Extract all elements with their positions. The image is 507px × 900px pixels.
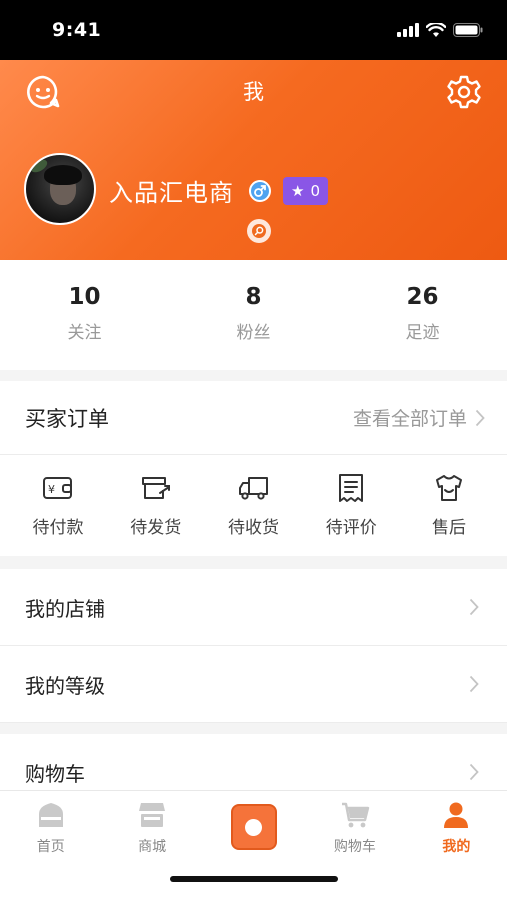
star-icon: ★ [291, 182, 305, 200]
tab-cart[interactable]: 购物车 [304, 791, 405, 866]
tab-camera[interactable] [203, 791, 304, 866]
person-icon [444, 802, 469, 828]
menu-label: 我的等级 [25, 673, 105, 698]
status-bar: 9:41 [0, 0, 507, 60]
order-status-label: 待发货 [130, 518, 182, 538]
male-gender-icon [249, 180, 271, 202]
stat-value: 10 [68, 284, 101, 310]
profile-stats: 10 关注 8 粉丝 26 足迹 [0, 260, 507, 370]
view-all-label: 查看全部订单 [352, 408, 467, 430]
buyer-orders-card: 买家订单 查看全部订单 ¥ 待付款 待发货 待收货 待评价 售后 [0, 381, 507, 556]
tab-mall[interactable]: 商城 [101, 791, 202, 866]
order-status-label: 待评价 [325, 518, 377, 538]
profile-header: 我 入品汇电商 ★ 0 [0, 60, 507, 260]
menu-group-shop: 我的店铺 我的等级 [0, 569, 507, 723]
order-status-label: 待付款 [32, 518, 84, 538]
order-pending-review[interactable]: 待评价 [307, 471, 395, 538]
order-after-sales[interactable]: 售后 [405, 471, 493, 538]
home-indicator[interactable] [170, 876, 338, 882]
gear-icon [447, 75, 481, 109]
stat-following[interactable]: 10 关注 [0, 260, 169, 370]
signal-icon [397, 23, 419, 37]
stat-label: 足迹 [405, 323, 440, 343]
search-badge-icon[interactable] [247, 219, 271, 243]
tab-label: 首页 [36, 839, 65, 855]
order-pending-payment[interactable]: ¥ 待付款 [14, 471, 102, 538]
store-icon [139, 803, 166, 827]
truck-icon [238, 477, 268, 500]
stat-value: 8 [245, 284, 262, 310]
order-pending-shipment[interactable]: 待发货 [112, 471, 200, 538]
receipt-icon [339, 474, 364, 502]
status-time: 9:41 [52, 19, 102, 41]
menu-label: 购物车 [25, 761, 85, 786]
menu-my-level[interactable]: 我的等级 [0, 646, 507, 723]
status-icons [397, 22, 483, 38]
stat-label: 粉丝 [236, 323, 271, 343]
order-status-label: 售后 [432, 518, 466, 538]
chevron-right-icon [469, 675, 479, 693]
stat-footprints[interactable]: 26 足迹 [338, 260, 507, 370]
chevron-right-icon [469, 763, 479, 781]
orders-title: 买家订单 [25, 406, 109, 431]
tab-mine[interactable]: 我的 [406, 791, 507, 866]
tab-label: 商城 [138, 839, 167, 855]
username[interactable]: 入品汇电商 [109, 173, 234, 208]
cart-icon [341, 802, 370, 828]
battery-icon [453, 23, 483, 37]
tab-label: 购物车 [333, 839, 376, 855]
orders-header: 买家订单 查看全部订单 [0, 381, 507, 455]
camera-icon [230, 804, 277, 850]
chevron-right-icon [469, 598, 479, 616]
stat-label: 关注 [67, 323, 102, 343]
star-level-badge[interactable]: ★ 0 [283, 177, 328, 205]
page-title: 我 [243, 80, 264, 104]
avatar[interactable] [24, 153, 96, 225]
shirt-icon [436, 475, 462, 501]
wifi-icon [426, 22, 446, 37]
tab-home[interactable]: 首页 [0, 791, 101, 866]
stat-followers[interactable]: 8 粉丝 [169, 260, 338, 370]
package-send-icon [141, 477, 170, 499]
app-screen: 9:41 我 入品汇电商 ★ 0 10 关注 8 粉丝 26 足迹 买家订单 查… [0, 0, 507, 900]
order-pending-receipt[interactable]: 待收货 [210, 471, 298, 538]
bottom-tab-bar: 首页 商城 购物车 我的 [0, 790, 507, 900]
tab-label: 我的 [442, 839, 471, 855]
order-status-label: 待收货 [228, 518, 279, 538]
chevron-right-icon [475, 409, 485, 426]
stat-value: 26 [406, 284, 439, 310]
menu-label: 我的店铺 [25, 596, 105, 621]
wallet-icon: ¥ [43, 477, 72, 499]
view-all-orders-link[interactable]: 查看全部订单 [353, 404, 485, 431]
order-status-row: ¥ 待付款 待发货 待收货 待评价 售后 [0, 455, 507, 538]
svg-text:¥: ¥ [48, 483, 55, 496]
settings-button[interactable] [444, 72, 484, 112]
star-count: 0 [310, 182, 320, 200]
home-icon [38, 803, 63, 827]
menu-my-shop[interactable]: 我的店铺 [0, 569, 507, 646]
